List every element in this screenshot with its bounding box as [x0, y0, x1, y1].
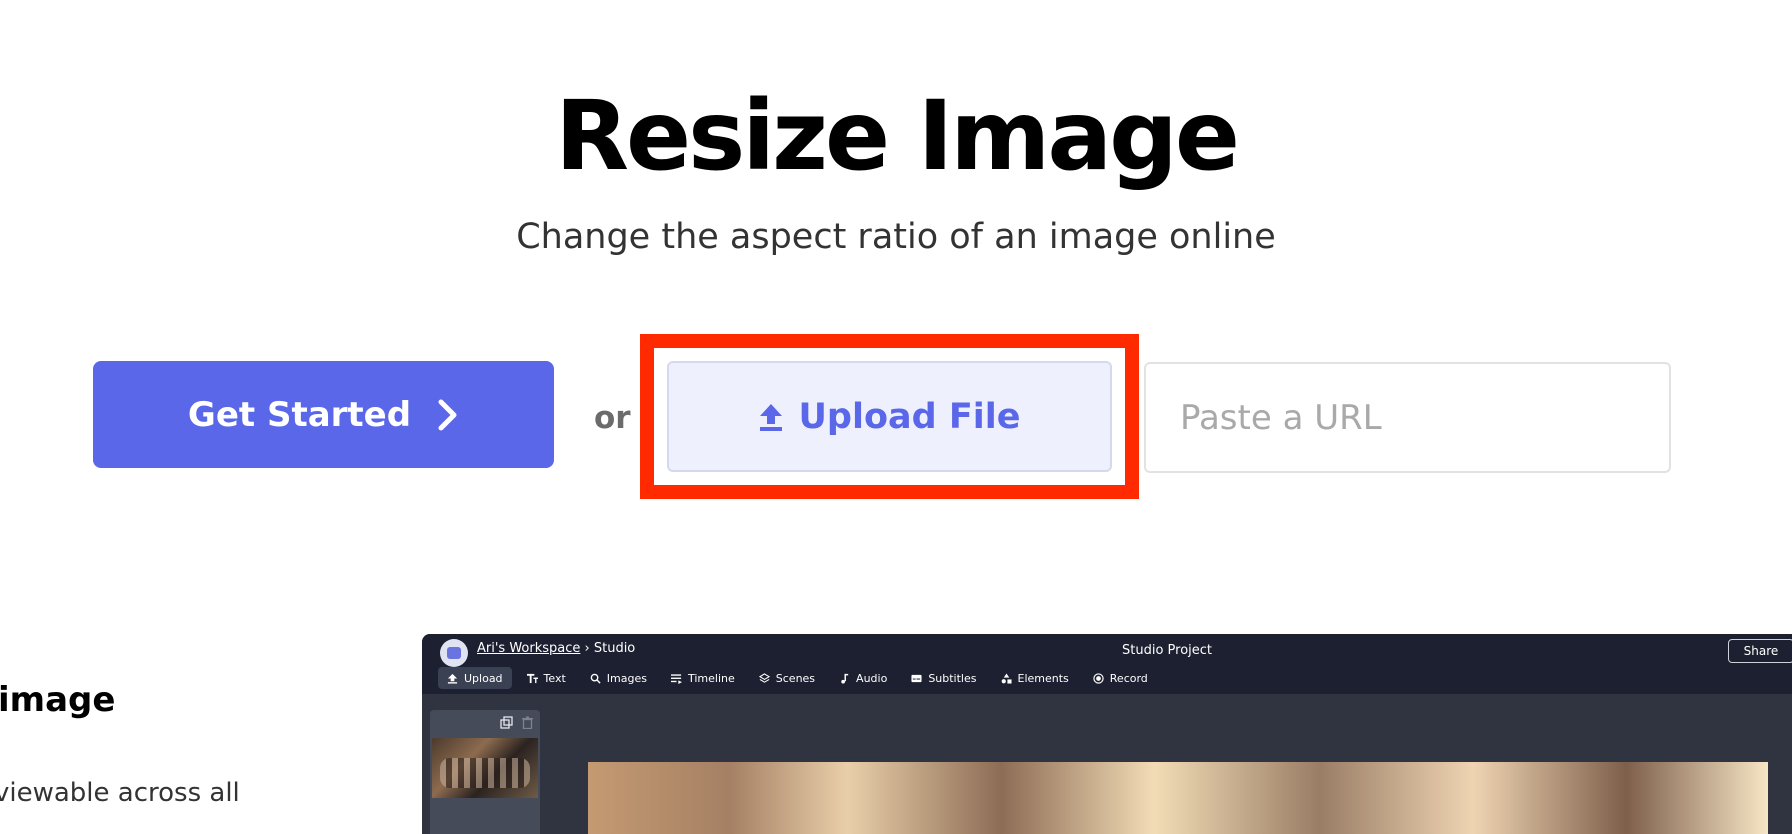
- tool-scenes[interactable]: Scenes: [750, 667, 824, 689]
- editor-preview: Ari's Workspace › Studio Studio Project …: [422, 634, 1792, 834]
- chevron-right-icon: [438, 399, 457, 430]
- workspace-link[interactable]: Ari's Workspace: [477, 641, 580, 656]
- avatar[interactable]: [440, 639, 468, 667]
- scene-thumbnail-image: [432, 738, 538, 798]
- tool-label: Scenes: [775, 671, 816, 685]
- tool-text[interactable]: Text: [518, 667, 575, 689]
- share-button[interactable]: Share: [1728, 639, 1792, 663]
- editor-header: Ari's Workspace › Studio Studio Project …: [422, 634, 1792, 694]
- record-icon: [1093, 672, 1104, 684]
- feature-text: viewable across all: [0, 778, 240, 808]
- upload-file-label: Upload File: [798, 396, 1021, 437]
- duplicate-icon[interactable]: [500, 716, 513, 729]
- tool-label: Timeline: [687, 671, 735, 685]
- get-started-button[interactable]: Get Started: [93, 361, 554, 468]
- upload-icon: [760, 403, 783, 431]
- tool-label: Elements: [1017, 671, 1069, 685]
- or-separator: or: [594, 400, 631, 436]
- tool-label: Text: [543, 671, 566, 685]
- get-started-label: Get Started: [187, 394, 412, 435]
- subtitles-icon: [911, 674, 922, 682]
- upload-file-button[interactable]: Upload File: [667, 361, 1112, 472]
- tool-images[interactable]: Images: [581, 667, 656, 689]
- tool-record[interactable]: Record: [1084, 667, 1157, 689]
- feature-heading: y image: [0, 680, 116, 720]
- tool-label: Images: [606, 671, 647, 685]
- breadcrumb-current: Studio: [593, 641, 636, 656]
- upload-icon: [447, 673, 458, 684]
- tool-timeline[interactable]: Timeline: [662, 667, 744, 689]
- tool-subtitles[interactable]: Subtitles: [902, 667, 985, 689]
- search-icon: [590, 673, 601, 684]
- breadcrumb-separator: ›: [580, 641, 594, 656]
- timeline-icon: [670, 673, 682, 684]
- tool-upload[interactable]: Upload: [438, 667, 512, 689]
- scene-thumbnail-panel[interactable]: [430, 710, 540, 834]
- tool-label: Upload: [464, 671, 503, 685]
- tool-audio[interactable]: Audio: [830, 667, 896, 689]
- url-input[interactable]: [1144, 362, 1671, 473]
- project-title[interactable]: Studio Project: [1122, 643, 1212, 658]
- breadcrumb: Ari's Workspace › Studio: [477, 641, 635, 656]
- tool-elements[interactable]: Elements: [992, 667, 1078, 689]
- canvas-image: [588, 762, 1768, 834]
- shapes-icon: [1001, 672, 1012, 684]
- tool-label: Record: [1109, 671, 1148, 685]
- page-subtitle: Change the aspect ratio of an image onli…: [516, 217, 1276, 257]
- layers-icon: [758, 672, 770, 683]
- tool-label: Audio: [856, 671, 888, 685]
- editor-toolbar: Upload Text Images Timeline Scenes Audio: [438, 667, 1157, 689]
- music-note-icon: [841, 673, 849, 684]
- tool-label: Subtitles: [928, 671, 977, 685]
- text-icon: [526, 673, 538, 683]
- trash-icon[interactable]: [521, 716, 534, 729]
- page-title: Resize Image: [555, 80, 1240, 192]
